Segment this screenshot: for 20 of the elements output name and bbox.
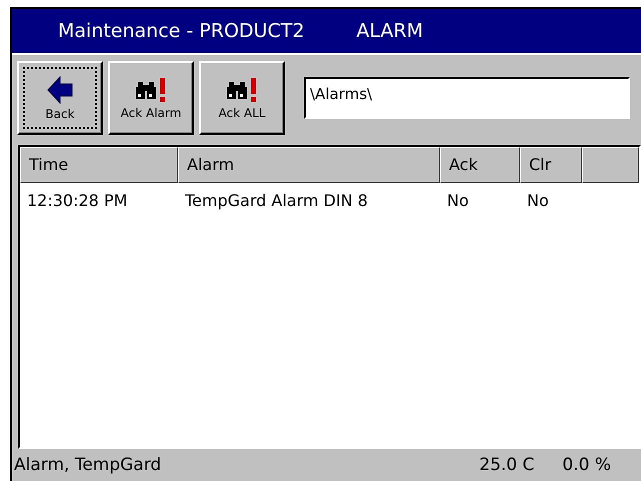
column-header[interactable]: Time	[20, 147, 178, 183]
binoculars-alert-icon	[225, 76, 259, 102]
column-header[interactable]: Clr	[520, 147, 582, 183]
path-field[interactable]: \Alarms\	[304, 77, 630, 119]
table-cell-text: TempGard Alarm DIN 8	[184, 190, 369, 210]
column-header[interactable]: Ack	[440, 147, 520, 183]
back-arrow-icon	[47, 76, 73, 104]
mode-label: ALARM	[356, 20, 424, 42]
window-title: Maintenance - PRODUCT2	[58, 20, 304, 42]
status-message: Alarm, TempGard	[14, 455, 162, 475]
binoculars-alert-icon	[134, 76, 168, 102]
acknowledge-button[interactable]: Ack ALL	[199, 61, 285, 135]
table-cell-text: 12:30:28 PM	[26, 190, 128, 210]
acknowledge-button[interactable]: Ack Alarm	[108, 61, 194, 135]
column-header[interactable]: Alarm	[178, 147, 440, 183]
percent-reading: 0.0 %	[562, 455, 611, 475]
back-button[interactable]: Back	[17, 61, 103, 135]
table-cell-text: No	[446, 190, 470, 210]
temperature-reading: 25.0 C	[479, 455, 534, 475]
table-cell-text: No	[526, 190, 550, 210]
